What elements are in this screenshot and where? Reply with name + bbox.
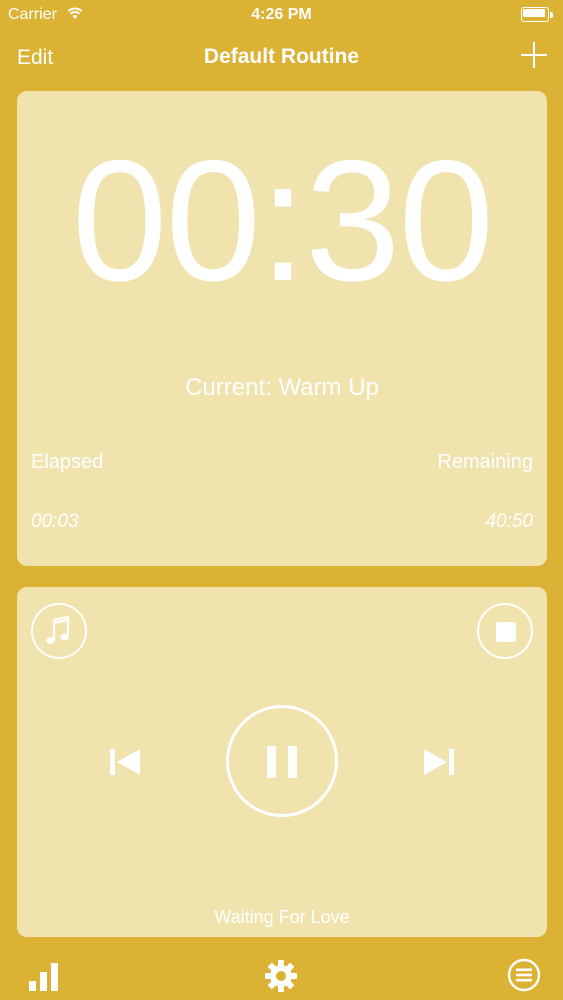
remaining-value: 40:50: [485, 511, 533, 532]
song-title: Waiting For Love: [214, 907, 350, 927]
current-interval-label: Current: Warm Up: [185, 374, 379, 401]
countdown-display: 00:30: [71, 125, 494, 317]
tab-bar: [0, 945, 563, 1000]
music-player-card: Waiting For Love: [17, 587, 547, 937]
pause-button[interactable]: [226, 705, 338, 817]
music-button[interactable]: [31, 603, 87, 659]
list-icon[interactable]: [507, 958, 541, 992]
pause-icon: [267, 746, 276, 778]
gear-icon[interactable]: [264, 959, 298, 993]
stop-icon: [496, 622, 516, 642]
status-time: 4:26 PM: [251, 6, 312, 23]
previous-icon[interactable]: [107, 745, 143, 779]
stop-button[interactable]: [477, 603, 533, 659]
navigation-bar: Edit Default Routine: [0, 30, 563, 85]
status-bar: Carrier 4:26 PM: [0, 0, 563, 30]
plus-icon[interactable]: [521, 42, 547, 68]
page-title: Default Routine: [203, 45, 360, 68]
bar-chart-icon[interactable]: [28, 961, 60, 991]
next-icon[interactable]: [421, 745, 457, 779]
music-note-icon: [46, 615, 70, 644]
battery-icon: [521, 7, 553, 23]
elapsed-value: 00:03: [31, 511, 79, 532]
pause-icon-bar: [288, 746, 297, 778]
remaining-label: Remaining: [437, 451, 533, 473]
elapsed-label: Elapsed: [31, 451, 104, 473]
timer-card: 00:30 Current: Warm Up Elapsed Remaining…: [17, 91, 547, 566]
